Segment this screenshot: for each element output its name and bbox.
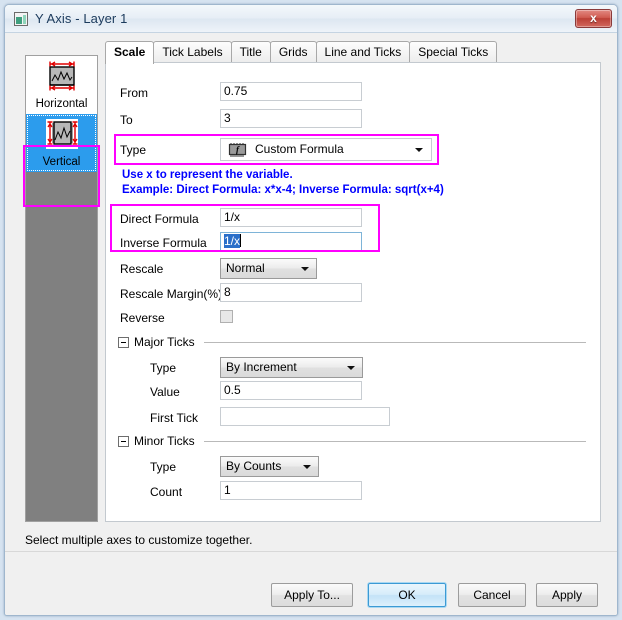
sidebar-item-vertical[interactable]: Vertical bbox=[26, 114, 97, 172]
to-input[interactable]: 3 bbox=[220, 109, 362, 128]
chevron-down-icon bbox=[415, 148, 423, 152]
type-label: Type bbox=[120, 143, 146, 157]
major-ticks-value-input[interactable]: 0.5 bbox=[220, 381, 362, 400]
cancel-button[interactable]: Cancel bbox=[458, 583, 526, 607]
minor-ticks-type-value: By Counts bbox=[226, 459, 281, 473]
sidebar-item-label: Horizontal bbox=[26, 98, 97, 110]
minor-ticks-type-label: Type bbox=[150, 460, 176, 474]
reverse-checkbox[interactable] bbox=[220, 310, 233, 323]
minor-ticks-group-label: Minor Ticks bbox=[134, 434, 199, 448]
tab-tick-labels[interactable]: Tick Labels bbox=[153, 41, 231, 63]
close-icon: x bbox=[576, 11, 611, 25]
status-text: Select multiple axes to customize togeth… bbox=[25, 533, 252, 547]
graph-window-icon bbox=[14, 12, 28, 26]
title-bar: Y Axis - Layer 1 x bbox=[5, 5, 617, 33]
rescale-label: Rescale bbox=[120, 262, 163, 276]
text-caret bbox=[240, 234, 241, 247]
sidebar-item-horizontal[interactable]: Horizontal bbox=[26, 56, 97, 114]
minor-ticks-divider bbox=[204, 441, 586, 442]
direct-formula-label: Direct Formula bbox=[120, 212, 199, 226]
apply-to-button[interactable]: Apply To... bbox=[271, 583, 353, 607]
minor-ticks-count-input[interactable]: 1 bbox=[220, 481, 362, 500]
rescale-margin-input[interactable]: 8 bbox=[220, 283, 362, 302]
tab-title[interactable]: Title bbox=[231, 41, 271, 63]
horizontal-axis-thumbnail bbox=[40, 60, 84, 92]
major-ticks-divider bbox=[204, 342, 586, 343]
scale-tab-panel: From 0.75 To 3 Type f Cu bbox=[105, 62, 601, 522]
inverse-formula-value: 1/x bbox=[224, 234, 240, 248]
major-ticks-group-label: Major Ticks bbox=[134, 335, 199, 349]
ok-button[interactable]: OK bbox=[368, 583, 446, 607]
chevron-down-icon bbox=[303, 465, 311, 469]
major-ticks-expander[interactable] bbox=[118, 337, 129, 348]
axis-list[interactable]: Horizontal bbox=[25, 55, 98, 522]
inverse-formula-label: Inverse Formula bbox=[120, 236, 207, 250]
chevron-down-icon bbox=[301, 267, 309, 271]
from-label: From bbox=[120, 86, 148, 100]
close-button[interactable]: x bbox=[575, 9, 612, 28]
footer-divider bbox=[5, 551, 617, 552]
y-axis-dialog-window: Y Axis - Layer 1 x bbox=[4, 4, 618, 616]
minor-ticks-count-label: Count bbox=[150, 485, 182, 499]
formula-chip-icon: f bbox=[227, 143, 249, 157]
major-ticks-type-dropdown[interactable]: By Increment bbox=[220, 357, 363, 378]
major-ticks-type-label: Type bbox=[150, 361, 176, 375]
apply-button[interactable]: Apply bbox=[536, 583, 598, 607]
tab-special-ticks[interactable]: Special Ticks bbox=[409, 41, 497, 63]
type-dropdown[interactable]: f Custom Formula bbox=[220, 138, 432, 161]
tab-line-and-ticks[interactable]: Line and Ticks bbox=[316, 41, 411, 63]
minor-ticks-type-dropdown[interactable]: By Counts bbox=[220, 456, 319, 477]
first-tick-label: First Tick bbox=[150, 411, 198, 425]
rescale-dropdown[interactable]: Normal bbox=[220, 258, 317, 279]
first-tick-input[interactable] bbox=[220, 407, 390, 426]
tab-bar[interactable]: Scale Tick Labels Title Grids Line and T… bbox=[105, 41, 505, 63]
tab-scale[interactable]: Scale bbox=[105, 41, 154, 64]
vertical-axis-thumbnail bbox=[40, 118, 84, 150]
minor-ticks-expander[interactable] bbox=[118, 436, 129, 447]
from-input[interactable]: 0.75 bbox=[220, 82, 362, 101]
chevron-down-icon bbox=[347, 366, 355, 370]
rescale-margin-label: Rescale Margin(%) bbox=[120, 287, 222, 301]
type-value: Custom Formula bbox=[255, 139, 344, 160]
reverse-label: Reverse bbox=[120, 311, 165, 325]
major-ticks-value-label: Value bbox=[150, 385, 180, 399]
dialog-content: Horizontal bbox=[5, 33, 617, 615]
hint-line-2: Example: Direct Formula: x*x-4; Inverse … bbox=[122, 184, 444, 196]
major-ticks-type-value: By Increment bbox=[226, 360, 297, 374]
direct-formula-input[interactable]: 1/x bbox=[220, 208, 362, 227]
sidebar-item-label: Vertical bbox=[26, 156, 97, 168]
hint-line-1: Use x to represent the variable. bbox=[122, 169, 293, 181]
window-title: Y Axis - Layer 1 bbox=[35, 11, 127, 26]
to-label: To bbox=[120, 113, 133, 127]
inverse-formula-input[interactable]: 1/x bbox=[220, 232, 362, 251]
tab-grids[interactable]: Grids bbox=[270, 41, 317, 63]
rescale-value: Normal bbox=[226, 261, 265, 275]
